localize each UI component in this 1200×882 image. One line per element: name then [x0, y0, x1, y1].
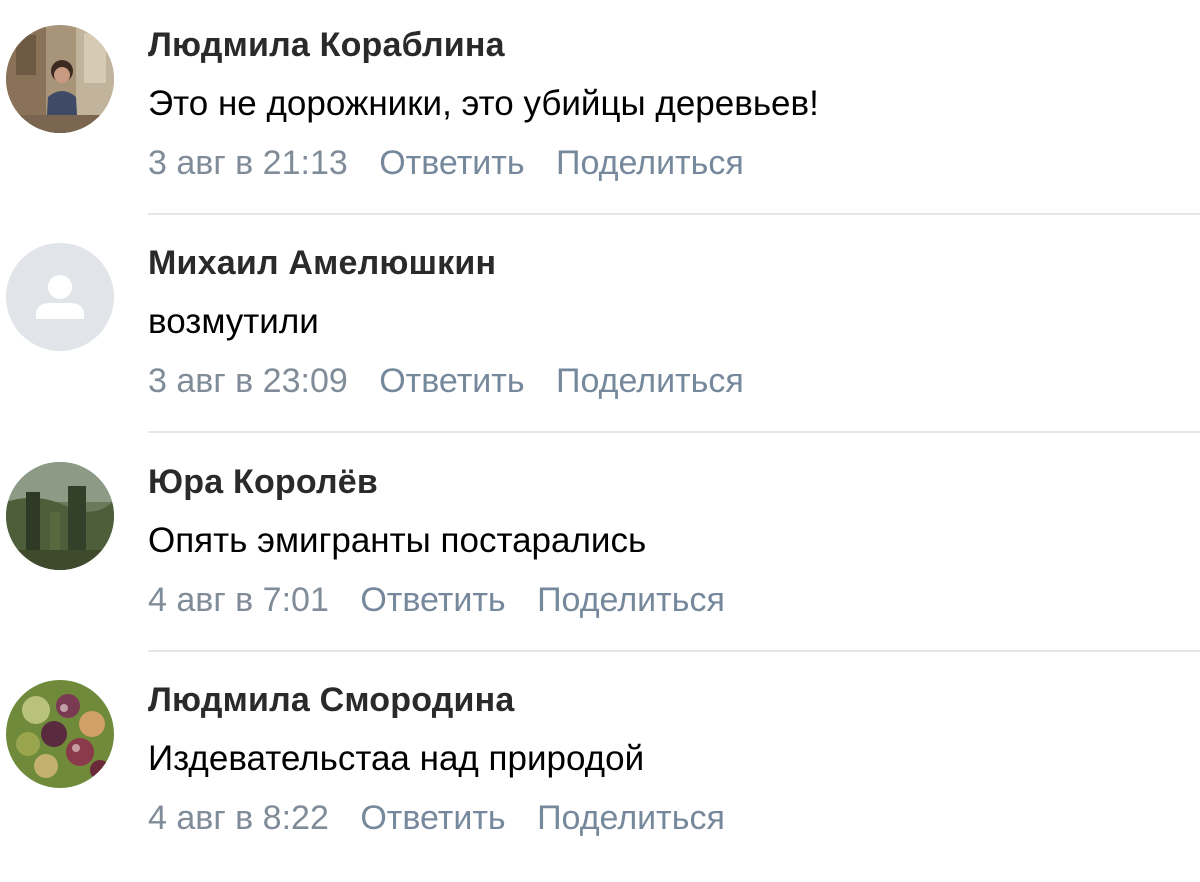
reply-button[interactable]: Ответить	[379, 362, 524, 400]
avatar[interactable]	[6, 680, 114, 788]
comment-item: Людмила Кораблина Это не дорожники, это …	[0, 0, 1200, 218]
woman-photo-icon	[6, 25, 114, 133]
comment-date[interactable]: 4 авг в 8:22	[148, 799, 329, 837]
share-button[interactable]: Поделиться	[556, 144, 744, 182]
share-button[interactable]: Поделиться	[537, 581, 725, 619]
comment-meta: 4 авг в 8:22 Ответить Поделиться	[148, 799, 747, 838]
user-placeholder-icon	[6, 243, 114, 351]
berries-photo-icon	[6, 680, 114, 788]
divider	[148, 650, 1200, 652]
comment-author[interactable]: Михаил Амелюшкин	[148, 244, 496, 283]
comment-author[interactable]: Людмила Кораблина	[148, 26, 505, 65]
reply-button[interactable]: Ответить	[379, 144, 524, 182]
landscape-photo-icon	[6, 462, 114, 570]
share-button[interactable]: Поделиться	[556, 362, 744, 400]
comment-text: Издевательстаа над природой	[148, 739, 645, 778]
comments-feed: Людмила Кораблина Это не дорожники, это …	[0, 0, 1200, 882]
reply-button[interactable]: Ответить	[360, 581, 505, 619]
divider	[148, 431, 1200, 433]
reply-button[interactable]: Ответить	[360, 799, 505, 837]
comment-text: Опять эмигранты постарались	[148, 521, 647, 560]
divider	[148, 213, 1200, 215]
comment-author[interactable]: Людмила Смородина	[148, 681, 514, 720]
comment-date[interactable]: 3 авг в 23:09	[148, 362, 348, 400]
avatar[interactable]	[6, 243, 114, 351]
comment-author[interactable]: Юра Королёв	[148, 463, 378, 502]
comment-item: Юра Королёв Опять эмигранты постарались …	[0, 437, 1200, 655]
share-button[interactable]: Поделиться	[537, 799, 725, 837]
comment-meta: 3 авг в 23:09 Ответить Поделиться	[148, 362, 766, 401]
comment-date[interactable]: 3 авг в 21:13	[148, 144, 348, 182]
comment-item: Людмила Смородина Издевательстаа над при…	[0, 655, 1200, 873]
comment-text: Это не дорожники, это убийцы деревьев!	[148, 84, 819, 123]
avatar[interactable]	[6, 25, 114, 133]
comment-date[interactable]: 4 авг в 7:01	[148, 581, 329, 619]
avatar[interactable]	[6, 462, 114, 570]
comment-text: возмутили	[148, 302, 319, 341]
comment-meta: 4 авг в 7:01 Ответить Поделиться	[148, 581, 747, 620]
comment-item: Михаил Амелюшкин возмутили 3 авг в 23:09…	[0, 218, 1200, 436]
comment-meta: 3 авг в 21:13 Ответить Поделиться	[148, 144, 766, 183]
